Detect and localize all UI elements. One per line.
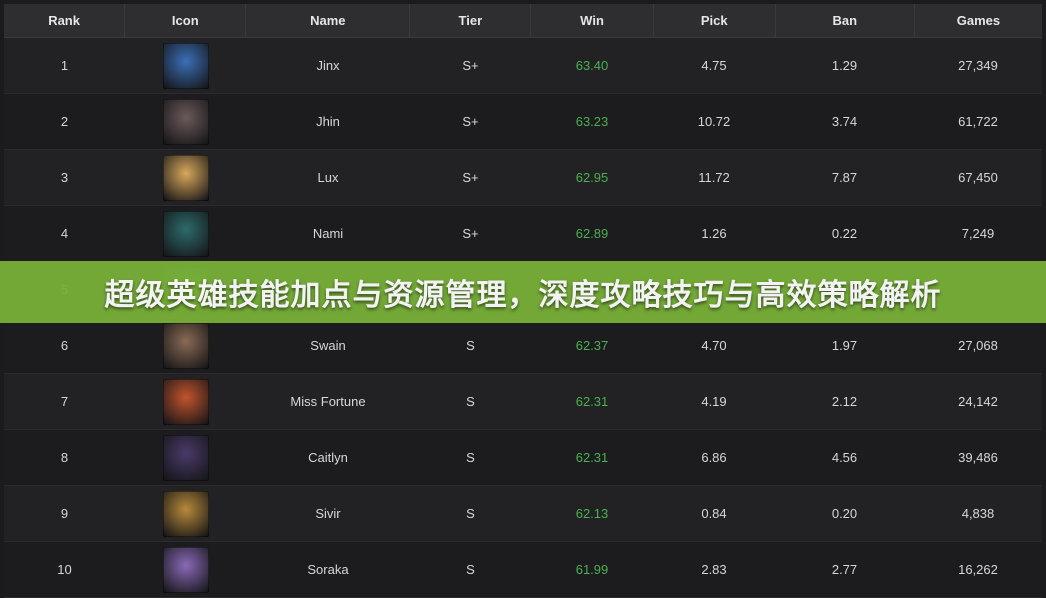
name-cell[interactable]: Jinx <box>246 58 410 73</box>
ban-cell: 7.87 <box>831 170 858 185</box>
name-cell[interactable]: Caitlyn <box>246 450 410 465</box>
table-header: Rank Icon Name Tier Win Pick Ban Games <box>4 4 1042 38</box>
jhin-portrait-icon[interactable] <box>162 98 209 145</box>
column-header-tier[interactable]: Tier <box>410 4 532 37</box>
table-row[interactable]: 3 Lux S+ 62.95 11.72 7.87 67,450 <box>4 150 1042 206</box>
table-row[interactable]: 9 Sivir S 62.13 0.84 0.20 4,838 <box>4 486 1042 542</box>
ban-cell: 0.22 <box>831 226 858 241</box>
pick-cell: 0.84 <box>701 506 727 521</box>
win-cell: 62.31 <box>575 394 609 409</box>
column-header-pick[interactable]: Pick <box>654 4 776 37</box>
swain-portrait-icon[interactable] <box>162 322 209 369</box>
banner-title: 超级英雄技能加点与资源管理，深度攻略技巧与高效策略解析 <box>104 278 942 313</box>
name-cell[interactable]: Nami <box>246 226 410 241</box>
games-cell: 27,349 <box>958 58 998 73</box>
miss-fortune-portrait-icon[interactable] <box>162 378 209 425</box>
rank-cell: 6 <box>60 338 69 353</box>
tier-cell: S <box>466 450 475 465</box>
rank-cell: 7 <box>60 394 69 409</box>
name-cell[interactable]: Lux <box>246 170 410 185</box>
column-header-games[interactable]: Games <box>915 4 1042 37</box>
sivir-portrait-icon[interactable] <box>162 490 209 537</box>
nami-portrait-icon[interactable] <box>162 210 209 257</box>
tier-cell: S <box>466 506 475 521</box>
win-cell: 62.31 <box>575 450 609 465</box>
pick-cell: 4.19 <box>701 394 727 409</box>
column-header-name[interactable]: Name <box>246 4 411 37</box>
rank-cell: 10 <box>57 562 72 577</box>
games-cell: 61,722 <box>958 114 998 129</box>
games-cell: 27,068 <box>958 338 998 353</box>
win-cell: 62.37 <box>575 338 609 353</box>
win-cell: 62.95 <box>575 170 609 185</box>
ban-cell: 4.56 <box>831 450 858 465</box>
games-cell: 7,249 <box>961 226 995 241</box>
games-cell: 4,838 <box>961 506 995 521</box>
name-cell[interactable]: Jhin <box>246 114 410 129</box>
table-row[interactable]: 4 Nami S+ 62.89 1.26 0.22 7,249 <box>4 206 1042 262</box>
rank-cell: 3 <box>60 170 69 185</box>
pick-cell: 4.70 <box>701 338 727 353</box>
table-row[interactable]: 7 Miss Fortune S 62.31 4.19 2.12 24,142 <box>4 374 1042 430</box>
pick-cell: 4.75 <box>701 58 727 73</box>
ban-cell: 0.20 <box>831 506 858 521</box>
pick-cell: 6.86 <box>701 450 727 465</box>
win-cell: 62.89 <box>575 226 609 241</box>
name-cell[interactable]: Miss Fortune <box>246 394 410 409</box>
jinx-portrait-icon[interactable] <box>162 42 209 89</box>
win-cell: 63.23 <box>575 114 609 129</box>
rank-cell: 2 <box>60 114 69 129</box>
tier-cell: S <box>466 394 475 409</box>
games-cell: 16,262 <box>958 562 998 577</box>
rank-cell: 1 <box>60 58 69 73</box>
table-row[interactable]: 6 Swain S 62.37 4.70 1.97 27,068 <box>4 318 1042 374</box>
pick-cell: 10.72 <box>697 114 731 129</box>
column-header-ban[interactable]: Ban <box>776 4 915 37</box>
ban-cell: 1.97 <box>831 338 858 353</box>
lux-portrait-icon[interactable] <box>162 154 209 201</box>
name-cell[interactable]: Soraka <box>246 562 410 577</box>
win-cell: 62.13 <box>575 506 609 521</box>
rank-cell: 9 <box>60 506 69 521</box>
tier-cell: S+ <box>462 114 479 129</box>
table-row[interactable]: 2 Jhin S+ 63.23 10.72 3.74 61,722 <box>4 94 1042 150</box>
tier-cell: S+ <box>462 226 479 241</box>
rank-cell: 8 <box>60 450 69 465</box>
win-cell: 63.40 <box>575 58 609 73</box>
pick-cell: 2.83 <box>701 562 727 577</box>
tier-cell: S+ <box>462 170 479 185</box>
caitlyn-portrait-icon[interactable] <box>162 434 209 481</box>
title-banner: 超级英雄技能加点与资源管理，深度攻略技巧与高效策略解析 <box>0 261 1046 323</box>
win-cell: 61.99 <box>575 562 609 577</box>
column-header-icon[interactable]: Icon <box>125 4 247 37</box>
ban-cell: 3.74 <box>831 114 858 129</box>
name-cell[interactable]: Sivir <box>246 506 410 521</box>
tier-cell: S <box>466 338 475 353</box>
tier-cell: S+ <box>462 58 479 73</box>
ban-cell: 1.29 <box>831 58 858 73</box>
games-cell: 67,450 <box>958 170 998 185</box>
table-row[interactable]: 8 Caitlyn S 62.31 6.86 4.56 39,486 <box>4 430 1042 486</box>
name-cell[interactable]: Swain <box>246 338 410 353</box>
ban-cell: 2.12 <box>831 394 858 409</box>
games-cell: 24,142 <box>958 394 998 409</box>
column-header-rank[interactable]: Rank <box>4 4 126 37</box>
tier-cell: S <box>466 562 475 577</box>
column-header-win[interactable]: Win <box>531 4 654 37</box>
pick-cell: 1.26 <box>701 226 727 241</box>
rank-cell: 4 <box>60 226 69 241</box>
table-row[interactable]: 10 Soraka S 61.99 2.83 2.77 16,262 <box>4 542 1042 598</box>
games-cell: 39,486 <box>958 450 998 465</box>
table-row[interactable]: 1 Jinx S+ 63.40 4.75 1.29 27,349 <box>4 38 1042 94</box>
soraka-portrait-icon[interactable] <box>162 546 209 593</box>
pick-cell: 11.72 <box>698 170 730 185</box>
ban-cell: 2.77 <box>831 562 858 577</box>
